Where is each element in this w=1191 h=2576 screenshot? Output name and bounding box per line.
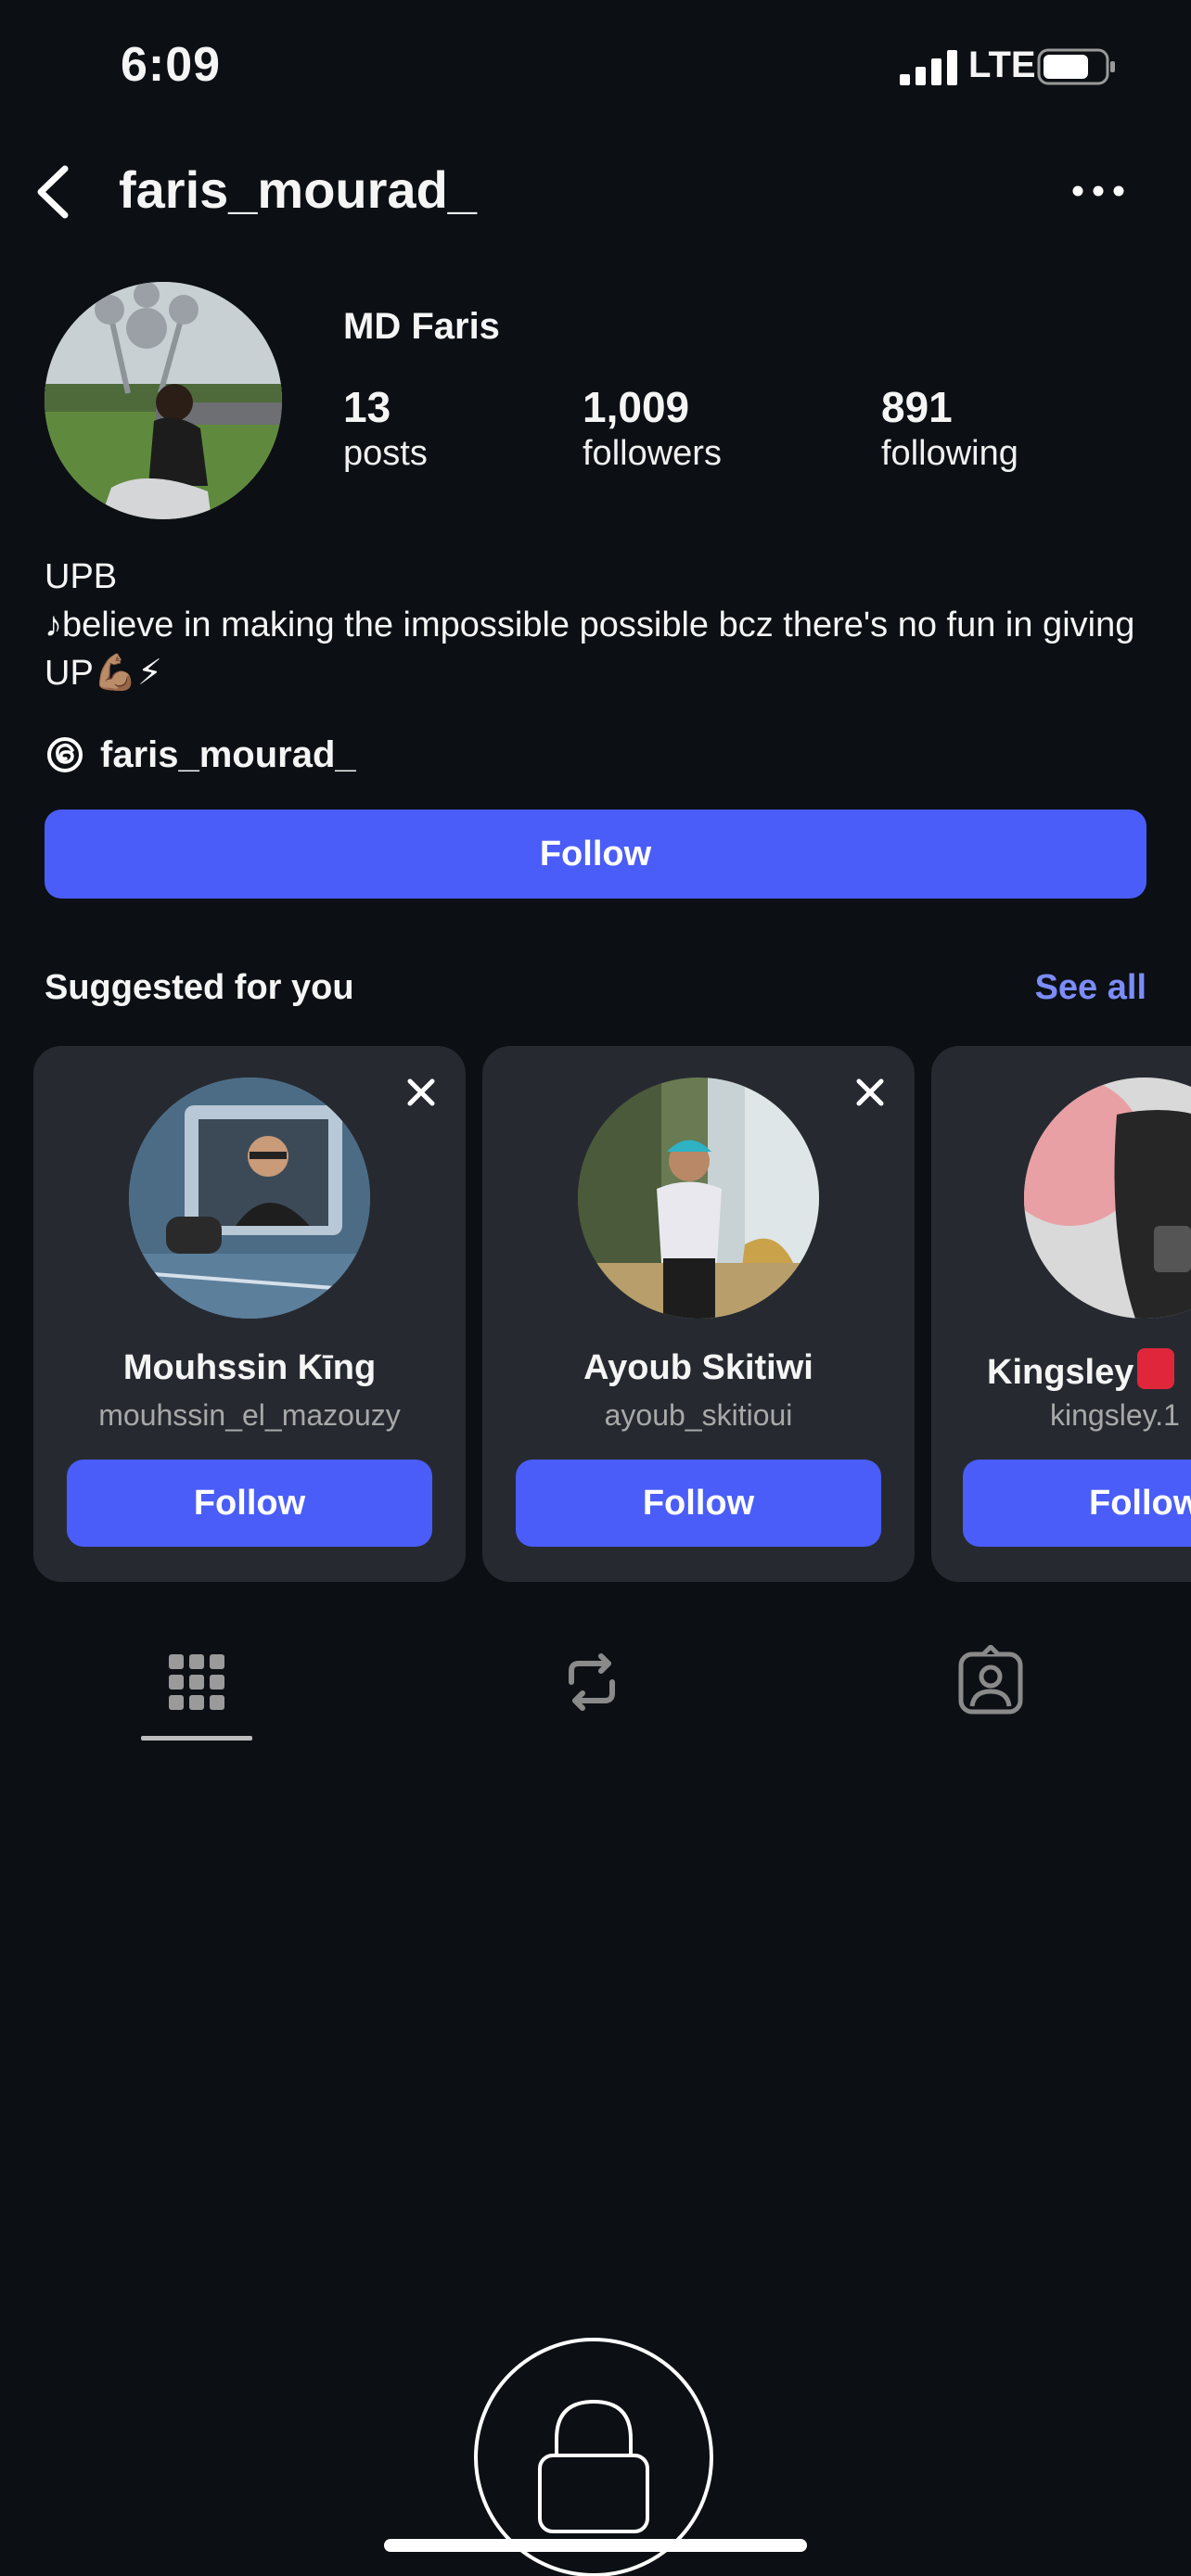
suggestion-photo bbox=[129, 1078, 370, 1319]
signal-icon bbox=[900, 50, 957, 85]
bio-line-2: ♪believe in making the impossible possib… bbox=[45, 606, 1135, 693]
profile-avatar[interactable] bbox=[45, 282, 282, 519]
suggestion-avatar[interactable] bbox=[129, 1078, 370, 1319]
followers-count: 1,009 bbox=[583, 383, 690, 431]
status-time: 6:09 bbox=[121, 38, 222, 92]
home-indicator[interactable] bbox=[384, 2539, 807, 2552]
suggestion-follow-button[interactable]: Follow bbox=[963, 1460, 1191, 1547]
repost-icon[interactable] bbox=[555, 1645, 629, 1719]
profile-screen: 6:09 LTE faris_mourad_ MD Faris 13 posts… bbox=[0, 0, 1191, 2576]
close-icon[interactable] bbox=[403, 1074, 440, 1111]
suggestion-handle: ayoub_skitioui bbox=[604, 1398, 793, 1432]
red-badge-icon bbox=[1137, 1348, 1175, 1389]
active-tab-indicator bbox=[141, 1736, 252, 1741]
suggestion-handle: mouhssin_el_mazouzy bbox=[98, 1398, 401, 1432]
tagged-person-icon[interactable] bbox=[954, 1645, 1028, 1719]
profile-display-name: MD Faris bbox=[343, 306, 500, 347]
status-bar: 6:09 LTE bbox=[0, 0, 1191, 139]
header-username: faris_mourad_ bbox=[119, 160, 477, 219]
suggestion-avatar[interactable] bbox=[1024, 1078, 1191, 1319]
suggestion-name: Mouhssin Kīng bbox=[122, 1348, 377, 1387]
battery-icon bbox=[1037, 48, 1115, 85]
stat-following[interactable]: 891 following bbox=[881, 382, 1018, 475]
suggested-title: Suggested for you bbox=[45, 968, 354, 1007]
suggestion-card[interactable]: Mouhssin Kīng mouhssin_el_mazouzy Follow bbox=[33, 1046, 466, 1582]
threads-icon bbox=[47, 737, 83, 772]
following-count: 891 bbox=[881, 383, 953, 431]
suggestion-card[interactable]: Ayoub Skitiwi ayoub_skitioui Follow bbox=[482, 1046, 915, 1582]
suggestion-name: Ayoub Skitiwi bbox=[583, 1348, 813, 1387]
stat-followers[interactable]: 1,009 followers bbox=[583, 382, 722, 475]
close-icon[interactable] bbox=[852, 1074, 889, 1111]
suggestion-card[interactable]: Kingsley kingsley.1 Follow bbox=[931, 1046, 1191, 1582]
suggestion-name: Kingsley bbox=[987, 1348, 1175, 1393]
suggestion-avatar[interactable] bbox=[578, 1078, 819, 1319]
suggestion-photo bbox=[578, 1078, 819, 1319]
posts-label: posts bbox=[343, 434, 428, 473]
grid-icon[interactable] bbox=[160, 1645, 234, 1719]
suggestion-name-text: Kingsley bbox=[987, 1353, 1134, 1392]
ellipsis-icon[interactable] bbox=[1070, 172, 1126, 210]
bio-line-1: UPB bbox=[45, 557, 118, 596]
threads-link[interactable]: faris_mourad_ bbox=[45, 727, 356, 783]
suggestion-handle: kingsley.1 bbox=[1050, 1398, 1180, 1432]
profile-bio: UPB ♪believe in making the impossible po… bbox=[45, 553, 1148, 697]
posts-count: 13 bbox=[343, 383, 391, 431]
avatar-photo bbox=[45, 282, 282, 519]
following-label: following bbox=[881, 434, 1018, 473]
follow-button[interactable]: Follow bbox=[45, 810, 1146, 899]
see-all-link[interactable]: See all bbox=[1035, 968, 1146, 1008]
suggestion-follow-button[interactable]: Follow bbox=[67, 1460, 432, 1547]
chevron-left-icon[interactable] bbox=[28, 159, 80, 224]
suggestion-follow-button[interactable]: Follow bbox=[516, 1460, 881, 1547]
threads-handle: faris_mourad_ bbox=[100, 733, 356, 775]
suggestion-photo bbox=[1024, 1078, 1191, 1319]
followers-label: followers bbox=[583, 434, 722, 473]
network-label: LTE bbox=[968, 45, 1036, 85]
stat-posts[interactable]: 13 posts bbox=[343, 382, 428, 475]
